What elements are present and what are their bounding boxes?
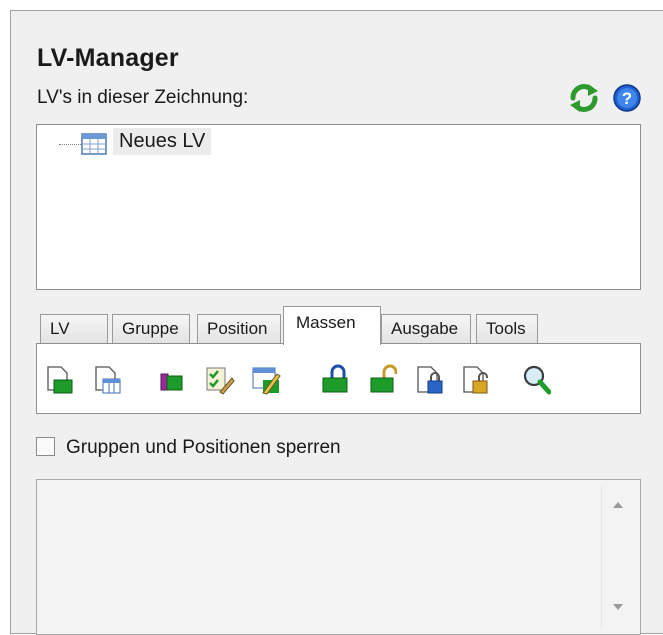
- magnifier-icon[interactable]: [521, 364, 551, 396]
- lv-tree[interactable]: Neues LV: [36, 124, 641, 290]
- tab-position[interactable]: Position: [197, 314, 281, 343]
- scroll-down-arrow-icon[interactable]: [609, 600, 627, 614]
- scroll-up-arrow-icon[interactable]: [609, 498, 627, 512]
- checklist-edit-icon[interactable]: [205, 364, 235, 396]
- lock-closed-icon[interactable]: [319, 364, 349, 396]
- table-icon: [81, 133, 107, 155]
- details-listbox[interactable]: [36, 479, 641, 635]
- document-lock-gold-icon[interactable]: [461, 364, 491, 396]
- lock-groups-label: Gruppen und Positionen sperren: [66, 437, 341, 458]
- lock-groups-checkbox[interactable]: [36, 437, 55, 456]
- new-document-green-icon[interactable]: [45, 364, 75, 396]
- tab-gruppe[interactable]: Gruppe: [112, 314, 190, 343]
- tab-tools[interactable]: Tools: [476, 314, 538, 343]
- svg-text:?: ?: [622, 89, 632, 108]
- massen-toolbar: [36, 343, 641, 414]
- tab-lv[interactable]: LV: [40, 314, 108, 343]
- document-lock-blue-icon[interactable]: [415, 364, 445, 396]
- refresh-icon[interactable]: [568, 83, 600, 113]
- tab-massen[interactable]: Massen: [283, 306, 381, 345]
- panel-title: LV-Manager: [37, 44, 179, 72]
- purple-document-icon[interactable]: [157, 364, 187, 396]
- tab-ausgabe[interactable]: Ausgabe: [381, 314, 471, 343]
- tab-strip: LV Gruppe Position Massen Ausgabe Tools: [36, 306, 641, 345]
- drawing-lv-label: LV's in dieser Zeichnung:: [37, 87, 249, 108]
- help-icon[interactable]: ?: [612, 83, 642, 113]
- lock-open-icon[interactable]: [367, 364, 397, 396]
- table-edit-icon[interactable]: [251, 364, 281, 396]
- tree-item-neues-lv[interactable]: Neues LV: [113, 128, 212, 155]
- table-document-icon[interactable]: [93, 364, 123, 396]
- tree-connector: [59, 144, 81, 145]
